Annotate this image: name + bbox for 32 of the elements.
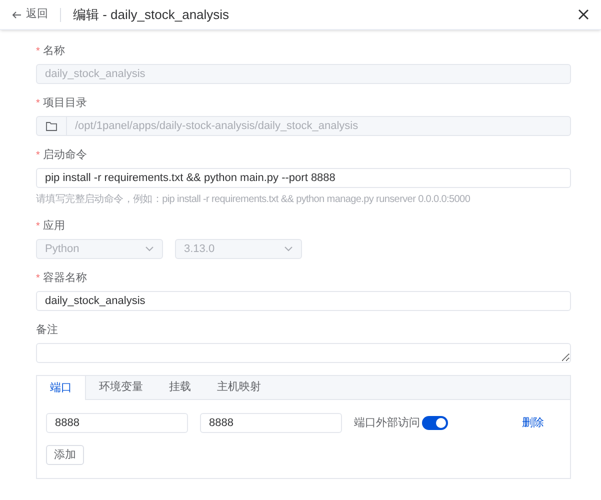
page-title: 编辑 - daily_stock_analysis bbox=[73, 6, 230, 24]
required-asterisk: * bbox=[36, 220, 40, 234]
back-arrow-icon bbox=[12, 10, 22, 18]
field-label: 容器名称 bbox=[42, 270, 87, 286]
required-asterisk: * bbox=[36, 44, 40, 58]
field-label: 项目目录 bbox=[42, 96, 87, 111]
field-label: 备注 bbox=[36, 322, 58, 338]
add-button[interactable]: 添加 bbox=[46, 445, 84, 465]
host-port-field[interactable]: 8888 bbox=[46, 413, 188, 433]
delete-link[interactable]: 删除 bbox=[522, 414, 544, 432]
text-field[interactable]: pip install -r requirements.txt && python main.py --port 8888 bbox=[36, 168, 571, 188]
remark-field[interactable] bbox=[36, 343, 571, 363]
text-field[interactable]: daily_stock_analysis bbox=[36, 291, 571, 311]
close-icon[interactable] bbox=[578, 9, 589, 20]
required-asterisk: * bbox=[36, 148, 40, 162]
tab[interactable]: 主机映射 bbox=[204, 376, 274, 399]
required-asterisk: * bbox=[36, 272, 40, 286]
container-port-field[interactable]: 8888 bbox=[200, 413, 342, 433]
chevron-down-icon bbox=[145, 246, 154, 252]
field-label: 名称 bbox=[42, 44, 65, 59]
back-button[interactable]: 返回 bbox=[12, 6, 48, 23]
field-label: 启动命令 bbox=[42, 148, 87, 163]
field-label: 应用 bbox=[42, 218, 65, 234]
required-asterisk: * bbox=[36, 96, 40, 110]
toggle-label: 端口外部访问 bbox=[354, 416, 420, 431]
chevron-down-icon bbox=[284, 246, 293, 252]
tab[interactable]: 环境变量 bbox=[86, 376, 156, 399]
tab[interactable]: 挂载 bbox=[156, 376, 204, 399]
tab[interactable]: 端口 bbox=[37, 376, 86, 400]
folder-icon bbox=[46, 122, 57, 130]
hint-text: 请填写完整启动命令，例如：pip install -r requirements.txt && python manage.py runserver 0.0.0.0:5000 bbox=[36, 192, 472, 207]
toggle-switch[interactable] bbox=[422, 416, 448, 430]
